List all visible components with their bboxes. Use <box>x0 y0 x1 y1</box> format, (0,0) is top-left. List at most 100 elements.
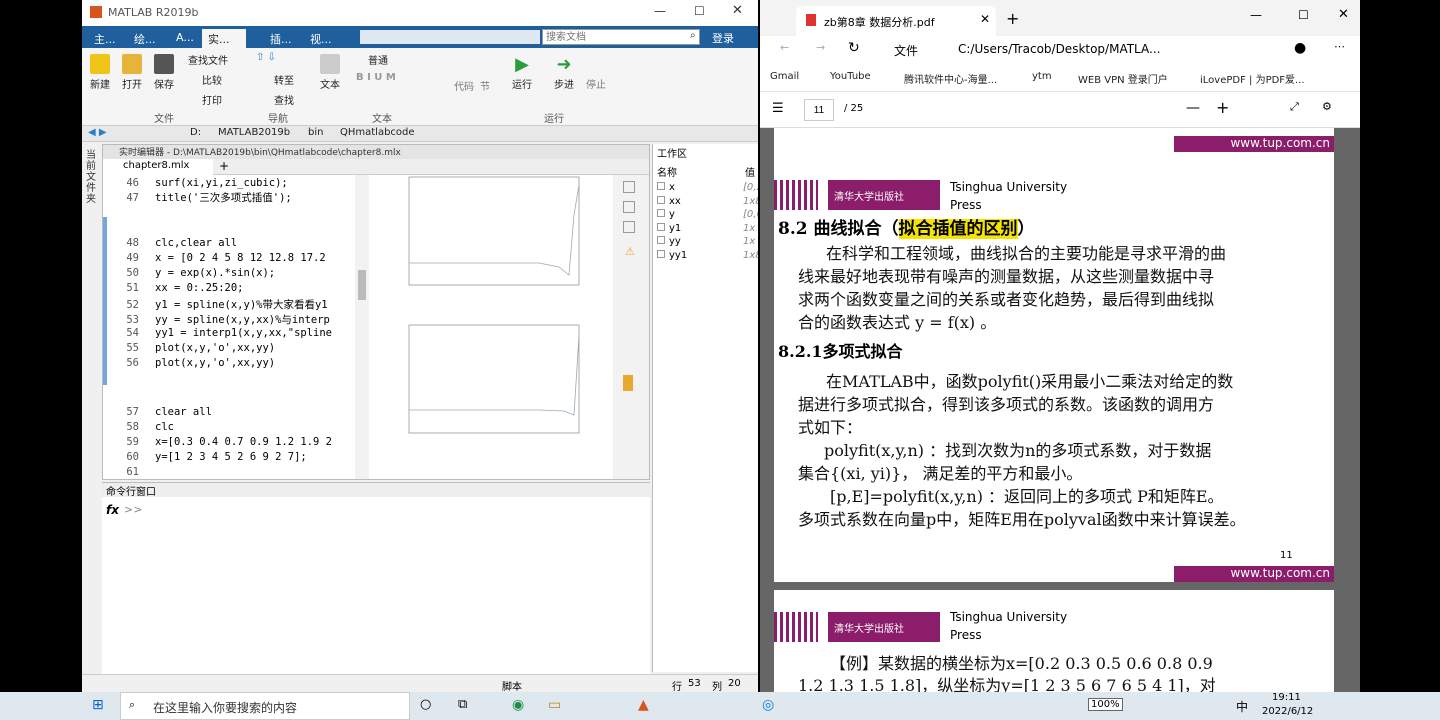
matlab-taskbar-icon[interactable]: ▲ <box>638 697 649 713</box>
maximize-button[interactable]: ☐ <box>694 4 705 18</box>
code-area[interactable]: 46 surf(xi,yi,zi_cubic); 47 title('三次多项式插值… <box>103 175 355 479</box>
close-button[interactable]: ✕ <box>1338 7 1349 22</box>
tab-home[interactable]: 主... <box>88 29 122 48</box>
back-icon[interactable]: ← <box>780 41 789 54</box>
section-button[interactable]: 节 <box>480 78 490 93</box>
bookmark-tencent[interactable]: 腾讯软件中心-海量... <box>904 71 997 86</box>
workspace-var-row[interactable]: x [0,2 <box>657 182 758 195</box>
login-link[interactable]: 登录 <box>712 30 734 46</box>
minimize-button[interactable]: — <box>1250 8 1262 22</box>
tab-plots[interactable]: 绘... <box>128 29 162 48</box>
back-forward-icon[interactable]: ◀ ▶ <box>88 127 107 138</box>
taskbar-search[interactable]: ⌕ 在这里输入你要搜索的内容 <box>120 692 410 720</box>
open-button[interactable]: 打开 <box>122 54 142 91</box>
page-number-input[interactable] <box>804 99 834 121</box>
profile-icon[interactable]: ● <box>1294 40 1306 56</box>
code-line[interactable]: 60 y=[1 2 3 4 5 2 6 9 2 7]; <box>103 451 306 466</box>
new-tab-button[interactable]: + <box>219 159 229 173</box>
path-drive[interactable]: D: <box>190 127 201 138</box>
forward-icon[interactable]: → <box>816 41 825 54</box>
workspace-var-row[interactable]: y1 1x <box>657 222 757 236</box>
step-button[interactable]: ➜ 步进 <box>554 54 574 91</box>
zoom-out-icon[interactable]: — <box>1186 100 1200 116</box>
tab-live-editor[interactable]: 实... <box>202 29 246 48</box>
chrome-icon[interactable]: ◉ <box>512 697 524 713</box>
code-line[interactable]: 48 clc,clear all <box>103 237 237 252</box>
code-line[interactable]: 47 title('三次多项式插值'); <box>103 190 291 205</box>
column-name[interactable]: 名称 <box>657 164 677 179</box>
code-line[interactable]: 57 clear all <box>103 406 212 421</box>
code-line[interactable]: 56 plot(x,y,'o',xx,yy) <box>103 357 275 372</box>
minimize-button[interactable]: — <box>654 4 666 18</box>
command-window[interactable]: 命令行窗口 fx >> <box>102 482 650 674</box>
task-view-icon[interactable]: ⧉ <box>458 697 467 712</box>
format-buttons[interactable]: B I U M <box>356 72 396 83</box>
code-line[interactable]: 61 <box>103 466 155 479</box>
file-tab[interactable]: chapter8.mlx <box>103 159 213 175</box>
search-icon[interactable]: ⌕ <box>690 30 696 41</box>
bookmark-ytm[interactable]: ytm <box>1032 71 1052 82</box>
bookmark-youtube[interactable]: YouTube <box>830 71 871 82</box>
ime-indicator[interactable]: 中 <box>1236 698 1248 715</box>
code-line[interactable]: 53 yy = spline(x,y,xx)%与interp <box>103 312 330 327</box>
maximize-button[interactable]: ☐ <box>1298 8 1309 22</box>
compare-button[interactable]: 比较 <box>202 72 222 87</box>
normal-style-dropdown[interactable]: 普通 <box>368 52 388 67</box>
text-button[interactable]: 文本 <box>320 54 340 91</box>
bookmark-webvpn[interactable]: WEB VPN 登录门户 <box>1078 71 1168 86</box>
search-docs-input[interactable] <box>542 29 700 45</box>
pdf-tab[interactable]: zb第8章 数据分析.pdf ✕ <box>796 6 996 36</box>
code-line[interactable]: 50 y = exp(x).*sin(x); <box>103 267 275 282</box>
save-button[interactable]: 保存 <box>154 54 174 91</box>
goto-button[interactable]: 转至 <box>274 72 294 87</box>
cortana-icon[interactable]: ○ <box>420 697 431 712</box>
column-value[interactable]: 值 <box>745 164 755 179</box>
stop-button[interactable]: 停止 <box>586 54 606 91</box>
command-prompt[interactable]: >> <box>124 503 142 516</box>
fit-page-icon[interactable]: ⤢ <box>1290 100 1299 114</box>
workspace-var-row[interactable]: yy1 1x8 <box>657 249 758 263</box>
current-folder-sidebar[interactable]: 当前文件夹 <box>86 150 98 205</box>
menu-icon[interactable]: ⋯ <box>1334 40 1345 53</box>
bookmark-gmail[interactable]: Gmail <box>770 71 799 82</box>
pdf-viewer[interactable]: www.tup.com.cn 清华大学出版社 Tsinghua Universi… <box>760 128 1360 692</box>
workspace-var-row[interactable]: xx 1x8 <box>657 195 758 209</box>
print-button[interactable]: 打印 <box>202 92 222 107</box>
close-tab-icon[interactable]: ✕ <box>980 12 990 26</box>
find-button[interactable]: 查找 <box>274 92 294 107</box>
refresh-icon[interactable]: ↻ <box>848 40 860 56</box>
find-files-button[interactable]: 查找文件 <box>188 52 228 67</box>
code-line[interactable]: 54 yy1 = interp1(x,y,xx,"spline <box>103 327 332 342</box>
bookmark-ilovepdf[interactable]: iLovePDF | 为PDF爱... <box>1200 71 1305 86</box>
path-qhmatlabcode[interactable]: QHmatlabcode <box>340 127 415 138</box>
new-button[interactable]: 新建 <box>90 54 110 91</box>
battery-indicator[interactable]: 100% <box>1088 698 1123 711</box>
clock-date[interactable]: 2022/6/12 <box>1262 706 1313 717</box>
quick-access-toolbar[interactable] <box>360 30 540 44</box>
code-scrollbar[interactable] <box>355 175 369 479</box>
edge-taskbar-icon[interactable]: ◎ <box>762 697 774 713</box>
code-line[interactable]: 55 plot(x,y,'o',xx,yy) <box>103 342 275 357</box>
editor-right-toolbar[interactable]: ⚠ <box>613 175 649 479</box>
url-field[interactable]: C:/Users/Tracob/Desktop/MATLA... <box>958 42 1160 56</box>
clock-time[interactable]: 19:11 <box>1272 692 1301 703</box>
tab-apps[interactable]: A... <box>170 29 200 48</box>
zoom-in-icon[interactable]: + <box>1216 98 1229 117</box>
workspace-var-row[interactable]: y [0,6 <box>657 209 758 222</box>
windows-start-icon[interactable]: ⊞ <box>92 697 104 713</box>
code-line[interactable]: 51 xx = 0:.25:20; <box>103 282 243 297</box>
code-line[interactable]: 58 clc <box>103 421 174 436</box>
new-tab-button[interactable]: + <box>1006 9 1019 28</box>
warning-icon[interactable]: ⚠ <box>625 245 635 258</box>
code-button[interactable]: 代码 <box>454 78 474 93</box>
path-matlab[interactable]: MATLAB2019b <box>218 127 290 138</box>
workspace-var-row[interactable]: yy 1x <box>657 236 757 249</box>
path-bin[interactable]: bin <box>308 127 323 138</box>
run-button[interactable]: ▶ 运行 <box>512 54 532 91</box>
settings-icon[interactable]: ⚙ <box>1322 100 1332 113</box>
explorer-icon[interactable]: ▭ <box>548 697 561 713</box>
close-button[interactable]: ✕ <box>732 3 743 18</box>
path-bar[interactable]: ◀ ▶ D: MATLAB2019b bin QHmatlabcode <box>82 126 758 142</box>
code-line[interactable]: 52 y1 = spline(x,y)%带大家看看y1 <box>103 297 327 312</box>
code-line[interactable]: 49 x = [0 2 4 5 8 12 12.8 17.2 <box>103 252 325 267</box>
